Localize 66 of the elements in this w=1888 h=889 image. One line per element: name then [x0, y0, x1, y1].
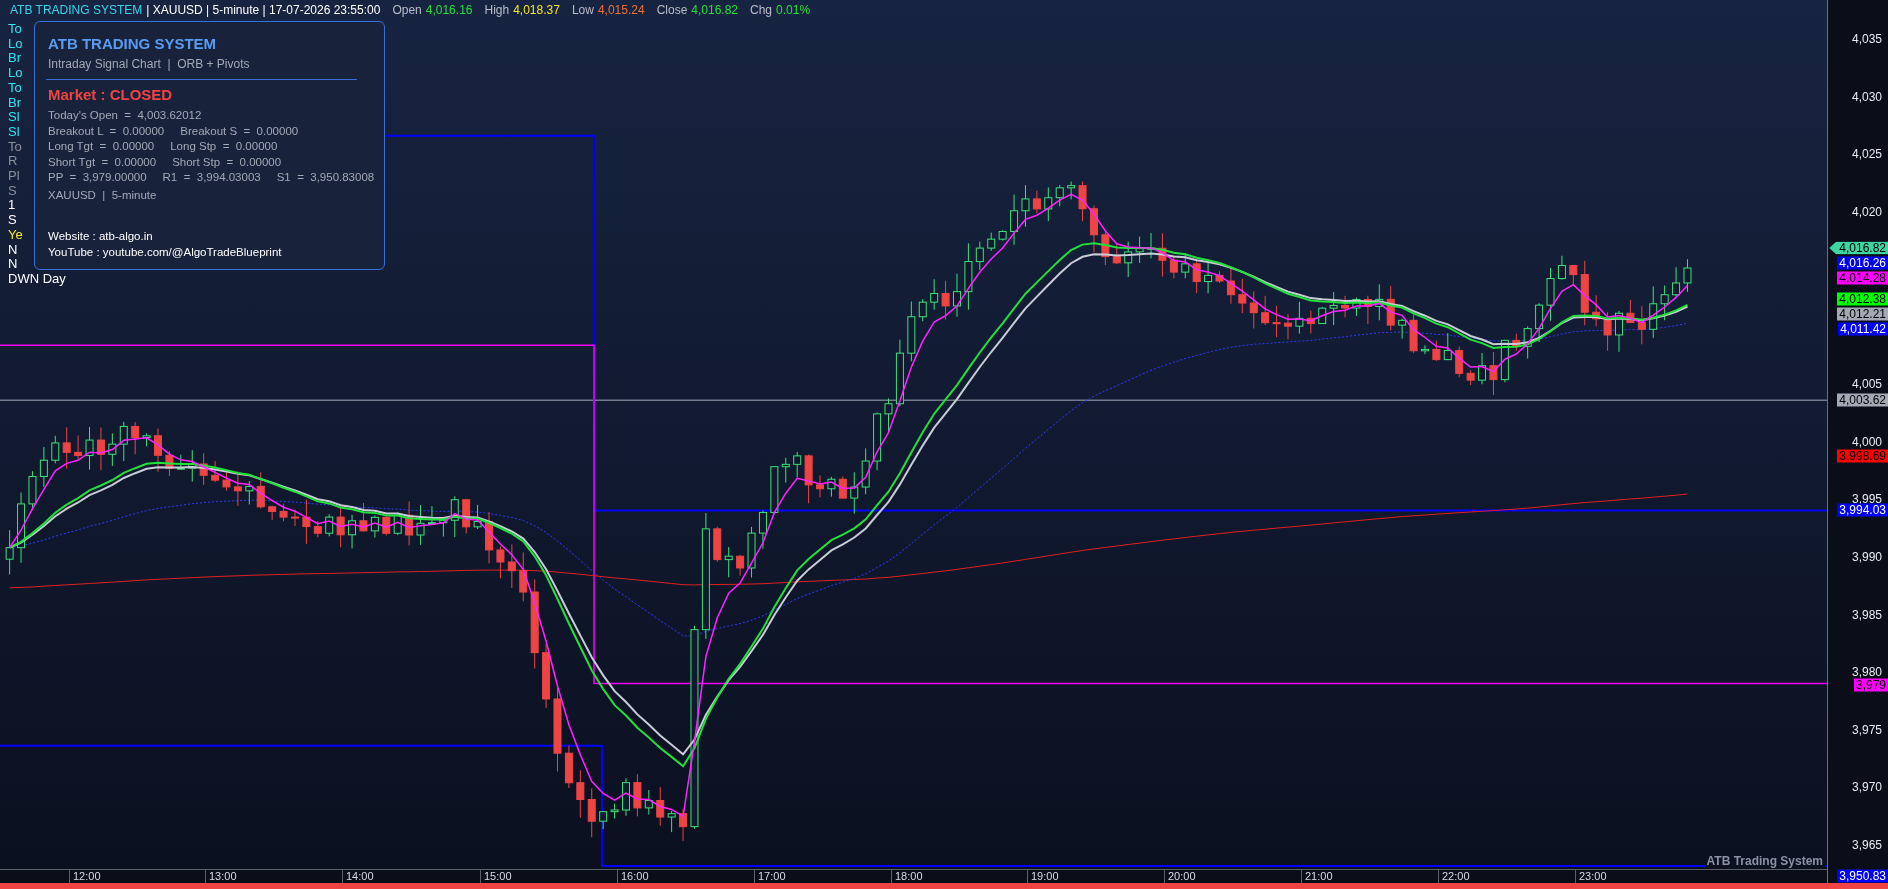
- indicator-label: Pl: [8, 169, 20, 184]
- indicator-label: N: [8, 242, 18, 258]
- indicator-label: Br: [8, 51, 21, 67]
- price-tick-label: 3,980: [1851, 665, 1882, 679]
- price-tick-label: 4,000: [1851, 435, 1882, 449]
- indicator-label: Ye: [8, 227, 23, 243]
- price-tick-label: 4,025: [1851, 147, 1882, 161]
- indicator-label: R: [8, 154, 18, 170]
- link-line: Website : atb-algo.in: [48, 228, 153, 244]
- indicator-label: To: [8, 80, 22, 96]
- indicator-label: Lo: [8, 36, 23, 52]
- price-tag: 3,950.83: [1837, 869, 1888, 883]
- price-tick-label: 4,030: [1851, 90, 1882, 104]
- price-tick-label: 3,990: [1851, 550, 1882, 564]
- indicator-label: To: [8, 139, 22, 155]
- chart-details: | XAUUSD | 5-minute | 17-07-2026 23:55:00: [146, 2, 381, 19]
- market-status: Market : CLOSED: [48, 85, 174, 105]
- quote-label: Close: [656, 2, 688, 19]
- symbol-line: XAUUSD | 5-minute: [48, 187, 157, 203]
- price-tick-label: 3,965: [1851, 838, 1882, 852]
- price-tag: 3,979: [1853, 678, 1888, 692]
- brand-label: ATB Trading System: [1704, 855, 1825, 868]
- indicator-label: Sl: [8, 110, 20, 125]
- quote-value: 4,015.24: [597, 2, 645, 19]
- price-tag: 4,016.82: [1829, 241, 1888, 255]
- price-tag: 4,014.28: [1837, 271, 1888, 285]
- stat-line: Short Tgt = 0.00000 Short Stp = 0.00000: [48, 154, 282, 170]
- indicator-label: S: [8, 213, 17, 228]
- link-line: YouTube : youtube.com/@AlgoTradeBlueprint: [48, 244, 282, 260]
- price-tag: 4,012.38: [1837, 292, 1888, 306]
- price-tag: 4,012.21: [1837, 307, 1888, 321]
- panel-title: ATB TRADING SYSTEM: [48, 34, 218, 54]
- price-tick-label: 3,985: [1851, 608, 1882, 621]
- quote-value: 0.01%: [776, 2, 811, 19]
- indicator-label: Sl: [8, 124, 20, 140]
- price-tag: 3,994.03: [1837, 503, 1888, 517]
- quote-value: 4,016.82: [691, 2, 739, 19]
- chart-title: ATB TRADING SYSTEM: [10, 2, 143, 19]
- indicator-label: S: [8, 183, 17, 199]
- price-tick-label: 3,975: [1851, 723, 1882, 737]
- stat-line: Long Tgt = 0.00000 Long Stp = 0.00000: [48, 139, 278, 155]
- price-tick-label: 4,020: [1851, 205, 1882, 219]
- price-tick-label: 3,970: [1851, 780, 1882, 794]
- quote-label: Chg: [750, 2, 773, 19]
- price-tag: 3,998.69: [1837, 449, 1888, 463]
- quote-value: 4,016.16: [425, 2, 473, 19]
- price-tick-label: 3,995: [1851, 492, 1882, 506]
- price-tag: 4,016.26: [1837, 256, 1888, 270]
- quote-label: Low: [571, 2, 594, 19]
- panel-subtitle: Intraday Signal Chart | ORB + Pivots: [48, 56, 251, 72]
- indicator-label: Lo: [8, 66, 23, 81]
- quote-label: High: [484, 2, 510, 19]
- stat-line: PP = 3,979.00000 R1 = 3,994.03003 S1 = 3,950.83008: [48, 170, 375, 186]
- quote-label: Open: [392, 2, 422, 19]
- indicator-label: Br: [8, 95, 21, 111]
- price-tag: 4,003.62: [1837, 393, 1888, 407]
- stat-line: Today's Open = 4,003.62012: [48, 108, 202, 123]
- indicator-label: To: [8, 22, 22, 37]
- indicator-label: 1: [8, 198, 16, 214]
- stat-line: Breakout L = 0.00000 Breakout S = 0.00000: [48, 123, 299, 139]
- price-tick-label: 4,005: [1851, 377, 1882, 391]
- quote-value: 4,018.37: [513, 2, 560, 19]
- indicator-label: N: [8, 257, 18, 272]
- price-tag: 4,011.42: [1838, 322, 1888, 336]
- indicator-label: DWN Day: [8, 271, 66, 287]
- price-tick-label: 4,035: [1851, 32, 1882, 46]
